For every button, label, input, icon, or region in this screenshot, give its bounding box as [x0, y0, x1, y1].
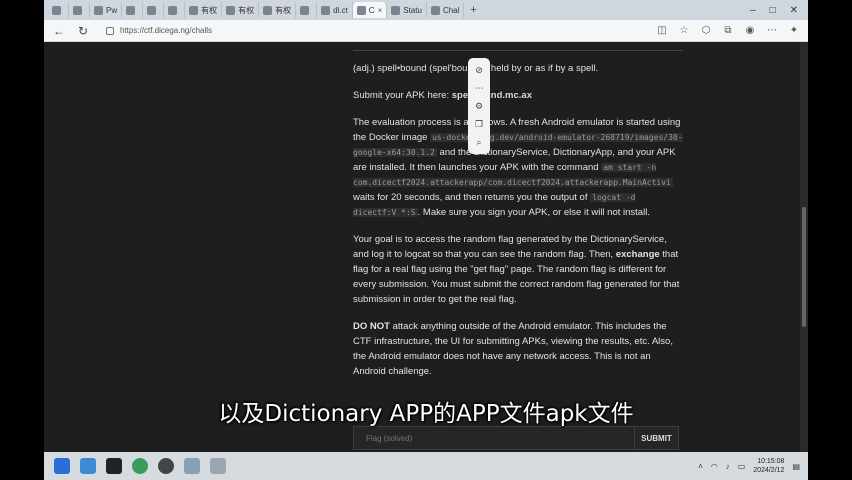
reader-icon[interactable]: ◫	[656, 25, 668, 36]
submit-button[interactable]: SUBMIT	[635, 426, 679, 450]
collections-icon[interactable]: ⧉	[722, 25, 734, 36]
lock-icon	[106, 26, 114, 35]
wifi-icon[interactable]: ◠	[711, 462, 718, 471]
challenge-description: (adj.) spell•bound (spel'bound') : held …	[353, 42, 683, 391]
scroll-thumb[interactable]	[802, 207, 806, 327]
submit-line: Submit your APK here: spellbound.mc.ax	[353, 90, 532, 101]
refresh-icon[interactable]: ↻	[76, 24, 90, 38]
definition-text: (adj.) spell•bound (spel'bound') : held …	[353, 63, 599, 74]
tab-favicon-icon	[147, 5, 157, 15]
tab-favicon-icon	[94, 5, 103, 15]
app-icon[interactable]	[184, 458, 200, 474]
terminal-icon[interactable]	[106, 458, 122, 474]
flag-form: SUBMIT	[353, 426, 679, 450]
video-subtitle: 以及Dictionary APP的APP文件apk文件	[218, 401, 634, 427]
app-icon[interactable]	[210, 458, 226, 474]
tab-strip: Pw 有权 有权 有权 dl.ct C × Statu Chal + – □ ✕	[44, 0, 808, 20]
search-icon[interactable]: ⌕	[476, 137, 481, 148]
flag-input[interactable]	[353, 426, 635, 450]
browser-tab[interactable]	[296, 2, 318, 18]
page-viewport: (adj.) spell•bound (spel'bound') : held …	[44, 42, 808, 452]
browser-tab[interactable]	[48, 2, 69, 18]
new-tab-button[interactable]: +	[464, 4, 482, 16]
tab-favicon-icon	[300, 5, 310, 15]
battery-icon[interactable]: ▭	[738, 462, 746, 471]
back-arrow-icon[interactable]: ←	[52, 24, 66, 38]
app-icon[interactable]	[158, 458, 174, 474]
goal-paragraph: Your goal is to access the random flag g…	[353, 234, 680, 305]
tab-favicon-icon	[391, 5, 401, 15]
browser-tab-active[interactable]: C ×	[352, 2, 388, 18]
browser-tab[interactable]: dl.ct	[317, 2, 353, 18]
taskbar: ˄ ◠ ♪ ▭ 10:15:08 2024/2/12 ▤	[44, 452, 808, 480]
close-window-icon[interactable]: ✕	[790, 5, 798, 16]
eye-off-icon[interactable]: ⊘	[475, 65, 483, 76]
address-bar: ← ↻ https://ctf.dicega.ng/challs ◫ ☆ ⬡ ⧉…	[44, 20, 808, 42]
tab-favicon-icon	[356, 5, 366, 15]
settings-icon[interactable]: ⚙	[475, 101, 483, 112]
browser-tab[interactable]: 有权	[185, 2, 223, 18]
maximize-icon[interactable]: □	[770, 5, 776, 16]
browser-tab[interactable]: 有权	[222, 2, 260, 18]
tab-favicon-icon	[52, 5, 61, 15]
warning-paragraph: DO NOT attack anything outside of the An…	[353, 321, 673, 377]
tab-favicon-icon	[263, 5, 273, 15]
url-field[interactable]: https://ctf.dicega.ng/challs	[100, 23, 530, 39]
url-text: https://ctf.dicega.ng/challs	[120, 26, 213, 35]
profile-icon[interactable]: ◉	[744, 25, 756, 36]
browser-tab[interactable]	[143, 2, 165, 18]
chevron-up-icon[interactable]: ˄	[698, 462, 703, 471]
chrome-icon[interactable]	[132, 458, 148, 474]
notification-icon[interactable]: ▤	[792, 462, 800, 471]
browser-tab[interactable]	[122, 2, 144, 18]
volume-icon[interactable]: ♪	[726, 462, 730, 471]
widgets-icon[interactable]	[80, 458, 96, 474]
start-icon[interactable]	[54, 458, 70, 474]
copilot-icon[interactable]: ✦	[788, 25, 800, 36]
tab-favicon-icon	[189, 5, 199, 15]
browser-tab[interactable]	[164, 2, 186, 18]
evaluation-paragraph: The evaluation process is as follows. A …	[353, 117, 683, 218]
tab-favicon-icon	[430, 5, 440, 15]
menu-icon[interactable]: ⋯	[766, 25, 778, 36]
tab-favicon-icon	[126, 5, 136, 15]
browser-tab[interactable]: Chal	[427, 2, 465, 18]
tab-favicon-icon	[226, 5, 236, 15]
extension-icon[interactable]: ⬡	[700, 25, 712, 36]
favorite-icon[interactable]: ☆	[678, 25, 690, 36]
close-tab-icon[interactable]: ×	[378, 6, 383, 15]
submit-link[interactable]: spellbound.mc.ax	[452, 90, 532, 101]
tab-favicon-icon	[73, 5, 82, 15]
page-scrollbar[interactable]	[800, 42, 808, 452]
browser-tab[interactable]	[69, 2, 90, 18]
clock[interactable]: 10:15:08 2024/2/12	[753, 457, 784, 475]
toolbar-icons: ◫ ☆ ⬡ ⧉ ◉ ⋯ ✦	[656, 25, 800, 36]
minimize-icon[interactable]: –	[750, 5, 756, 16]
tab-favicon-icon	[168, 5, 178, 15]
browser-tab[interactable]: 有权	[259, 2, 297, 18]
browser-tab[interactable]: Pw	[90, 2, 123, 18]
copy-icon[interactable]: ❐	[475, 119, 483, 130]
github-icon	[321, 5, 331, 15]
window-controls: – □ ✕	[750, 5, 808, 16]
floating-toolbar: ⊘ ⋯ ⚙ ❐ ⌕	[468, 58, 490, 154]
divider	[353, 50, 683, 51]
browser-tab[interactable]: Statu	[387, 2, 427, 18]
system-tray: ˄ ◠ ♪ ▭ 10:15:08 2024/2/12 ▤	[698, 457, 808, 475]
more-icon[interactable]: ⋯	[475, 83, 484, 94]
